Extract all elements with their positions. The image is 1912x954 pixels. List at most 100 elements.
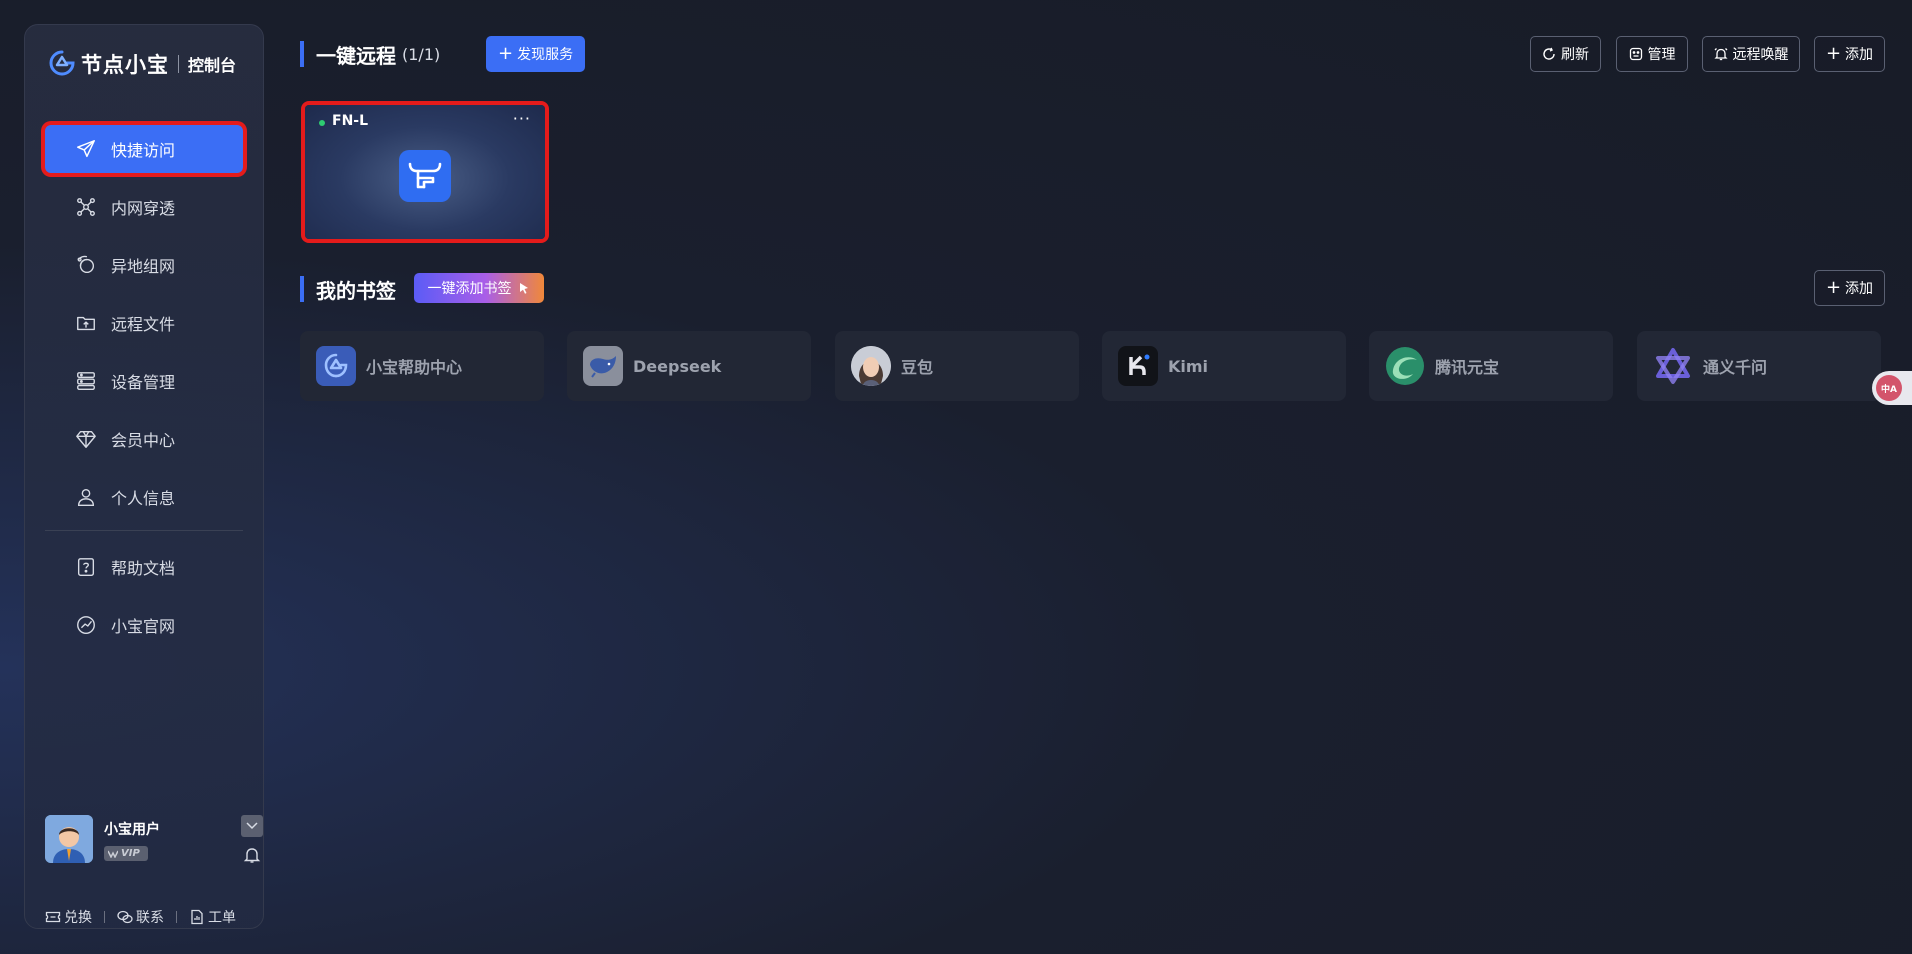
sidebar-item-label: 内网穿透 [111, 199, 176, 218]
doubao-avatar-icon [851, 346, 891, 386]
translate-widget[interactable]: 中A [1872, 371, 1912, 405]
brand-name: 节点小宝 [81, 53, 169, 77]
network-nodes-icon [77, 198, 95, 216]
refresh-icon [1543, 47, 1555, 60]
bookmark-doubao[interactable]: 豆包 [835, 331, 1079, 401]
user-icon [77, 488, 95, 506]
remote-section-title: 一键远程 (1/1) [300, 41, 441, 68]
device-card-fn-l[interactable]: FN-L ··· [305, 105, 545, 239]
sidebar-item-label: 远程文件 [111, 315, 176, 334]
help-doc-icon [77, 558, 95, 576]
website-icon [77, 616, 95, 634]
avatar-illustration-icon [45, 815, 93, 863]
bookmarks-section-title: 我的书签 [300, 276, 396, 303]
work-order-icon [191, 909, 203, 925]
manage-button[interactable]: 管理 [1616, 36, 1688, 72]
diamond-icon [76, 430, 96, 448]
translate-icon: 中A [1876, 375, 1902, 401]
sidebar-item-label: 帮助文档 [111, 559, 176, 578]
bookmark-xiaobao-help[interactable]: 小宝帮助中心 [300, 331, 544, 401]
remote-count: (1/1) [402, 44, 441, 64]
brand-subtitle: 控制台 [188, 56, 237, 75]
add-device-button[interactable]: + 添加 [1814, 36, 1885, 72]
discover-service-label: 发现服务 [517, 47, 574, 63]
sidebar-item-label: 小宝官网 [111, 617, 176, 636]
kimi-logo-icon [1118, 346, 1158, 386]
xiaobao-logo-icon [316, 346, 356, 386]
redeem-label: 兑换 [64, 910, 92, 926]
bookmark-kimi[interactable]: Kimi [1102, 331, 1346, 401]
remote-wake-button[interactable]: 远程唤醒 [1702, 36, 1800, 72]
footer-links: 兑换 联系 工单 [45, 905, 245, 929]
user-panel: 小宝用户 VIP [45, 815, 263, 871]
refresh-button[interactable]: 刷新 [1530, 36, 1601, 72]
user-menu-dropdown[interactable] [241, 815, 263, 837]
remote-title: 一键远程 [316, 43, 396, 68]
sidebar-item-device-management[interactable]: 设备管理 [45, 357, 243, 405]
brand-logo-icon [49, 50, 75, 76]
sidebar-item-official-site[interactable]: 小宝官网 [45, 601, 243, 649]
refresh-label: 刷新 [1561, 47, 1589, 63]
bookmark-label: 小宝帮助中心 [366, 358, 463, 377]
fnos-bull-logo-icon [399, 150, 451, 202]
add-device-label: 添加 [1845, 47, 1874, 63]
ticket-label: 工单 [208, 910, 236, 926]
footer-separator [104, 911, 105, 923]
avatar[interactable] [45, 815, 93, 863]
bookmark-label: 腾讯元宝 [1435, 358, 1500, 377]
more-options-icon[interactable]: ··· [513, 109, 531, 128]
quick-add-bookmark-label: 一键添加书签 [427, 281, 512, 297]
ticket-coupon-icon [45, 911, 61, 923]
vip-crown-icon [108, 850, 118, 858]
sidebar-item-help-docs[interactable]: 帮助文档 [45, 543, 243, 591]
sidebar-item-quick-access[interactable]: 快捷访问 [45, 125, 243, 173]
sidebar-item-intranet-penetration[interactable]: 内网穿透 [45, 183, 243, 231]
user-name: 小宝用户 [104, 822, 160, 838]
vip-label: VIP [121, 848, 140, 859]
plus-icon: + [498, 43, 514, 64]
deepseek-whale-icon [583, 346, 623, 386]
tongyi-logo-icon [1653, 346, 1693, 386]
quick-add-bookmark-button[interactable]: 一键添加书签 [414, 273, 544, 303]
manage-face-icon [1629, 47, 1642, 61]
redeem-link[interactable]: 兑换 [45, 907, 92, 927]
plus-icon: + [1825, 277, 1842, 298]
sidebar-item-remote-files[interactable]: 远程文件 [45, 299, 243, 347]
sidebar-item-label: 会员中心 [111, 431, 176, 450]
sidebar-item-profile[interactable]: 个人信息 [45, 473, 243, 521]
bookmarks-title: 我的书签 [316, 278, 396, 303]
sidebar-item-membership[interactable]: 会员中心 [45, 415, 243, 463]
nav-divider [45, 530, 243, 531]
vip-badge: VIP [104, 846, 148, 861]
manage-label: 管理 [1647, 47, 1676, 63]
online-status-dot [319, 120, 325, 126]
brand-separator [178, 55, 179, 73]
ticket-link[interactable]: 工单 [189, 907, 236, 927]
bookmark-tongyi-qianwen[interactable]: 通义千问 [1637, 331, 1881, 401]
bell-icon[interactable] [243, 846, 261, 864]
bookmark-label: 通义千问 [1703, 358, 1768, 377]
server-stack-icon [77, 372, 95, 390]
folder-upload-icon [77, 316, 95, 331]
cursor-click-icon [519, 283, 528, 294]
bookmark-label: Deepseek [633, 356, 722, 376]
discover-service-button[interactable]: + 发现服务 [486, 36, 586, 72]
brand[interactable]: 节点小宝 控制台 [47, 47, 236, 81]
sidebar: 节点小宝 控制台 快捷访问 内网穿透 异地组网 远程文件 设备管理 会员中心 个… [24, 24, 264, 929]
wechat-icon [117, 910, 133, 924]
sidebar-item-label: 异地组网 [111, 257, 176, 276]
sidebar-item-label: 个人信息 [111, 489, 176, 508]
yuanbao-logo-icon [1385, 346, 1425, 386]
contact-label: 联系 [136, 910, 164, 926]
paper-plane-icon [77, 140, 95, 158]
add-bookmark-label: 添加 [1845, 281, 1874, 297]
sidebar-item-label: 设备管理 [111, 373, 176, 392]
contact-link[interactable]: 联系 [117, 907, 164, 927]
sidebar-item-remote-networking[interactable]: 异地组网 [45, 241, 243, 289]
bookmark-tencent-yuanbao[interactable]: 腾讯元宝 [1369, 331, 1613, 401]
add-bookmark-button[interactable]: + 添加 [1814, 270, 1885, 306]
chevron-down-icon [246, 822, 258, 830]
bookmark-deepseek[interactable]: Deepseek [567, 331, 811, 401]
globe-link-icon [77, 255, 95, 274]
alarm-bell-icon [1713, 48, 1728, 61]
